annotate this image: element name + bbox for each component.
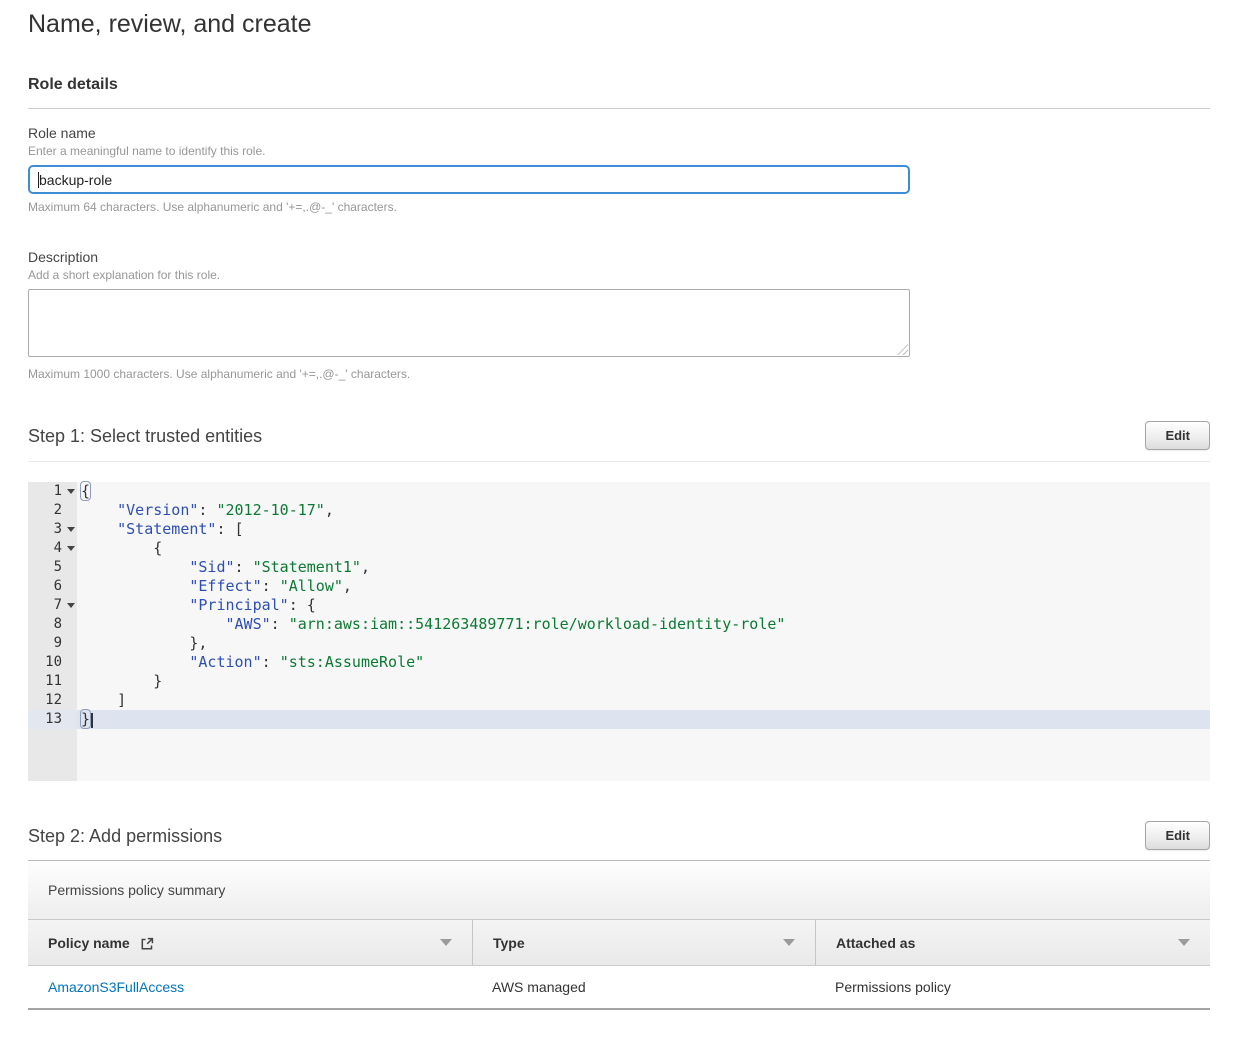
- fold-arrow-icon[interactable]: [67, 546, 75, 551]
- step1-divider: [28, 461, 1210, 462]
- code-line[interactable]: 12 ]: [28, 691, 1210, 710]
- fold-arrow-icon[interactable]: [67, 489, 75, 494]
- step2-heading: Step 2: Add permissions: [28, 821, 222, 847]
- code-line[interactable]: 7 "Principal": {: [28, 596, 1210, 615]
- code-line[interactable]: 13}: [28, 710, 1210, 729]
- column-header-attached-as[interactable]: Attached as: [815, 920, 1210, 965]
- code-text: },: [77, 634, 1210, 653]
- page-title: Name, review, and create: [28, 8, 1210, 39]
- line-number: 9: [28, 634, 77, 653]
- code-line[interactable]: 2 "Version": "2012-10-17",: [28, 501, 1210, 520]
- role-name-field: Role name Enter a meaningful name to ide…: [28, 125, 1210, 214]
- code-text: "Action": "sts:AssumeRole": [77, 653, 1210, 672]
- role-name-value: backup-role: [39, 172, 112, 188]
- attached-as-cell: Permissions policy: [815, 966, 1210, 1008]
- line-number: 7: [28, 596, 77, 615]
- step2-edit-button[interactable]: Edit: [1145, 821, 1210, 850]
- create-role-review-page: Name, review, and create Role details Ro…: [0, 0, 1242, 1037]
- resize-handle[interactable]: [897, 344, 908, 355]
- sort-icon[interactable]: [1178, 939, 1190, 946]
- matched-brace: {: [81, 482, 90, 500]
- description-constraint: Maximum 1000 characters. Use alphanumeri…: [28, 367, 1210, 381]
- code-line[interactable]: 11 }: [28, 672, 1210, 691]
- line-number: 2: [28, 501, 77, 520]
- line-number: 13: [28, 710, 77, 729]
- code-text: "Effect": "Allow",: [77, 577, 1210, 596]
- editor-caret: [91, 713, 93, 728]
- line-number: 10: [28, 653, 77, 672]
- role-name-hint: Enter a meaningful name to identify this…: [28, 144, 1210, 158]
- code-line[interactable]: 10 "Action": "sts:AssumeRole": [28, 653, 1210, 672]
- code-text: "Principal": {: [77, 596, 1210, 615]
- description-label: Description: [28, 249, 1210, 265]
- code-text: }: [77, 672, 1210, 691]
- trust-policy-code-editor[interactable]: 1{2 "Version": "2012-10-17",3 "Statement…: [28, 482, 1210, 781]
- line-number: 5: [28, 558, 77, 577]
- role-name-label: Role name: [28, 125, 1210, 141]
- table-row: AmazonS3FullAccess AWS managed Permissions…: [28, 966, 1210, 1010]
- attached-as: Permissions policy: [835, 979, 951, 995]
- permissions-summary-panel: Permissions policy summary Policy name T…: [28, 860, 1210, 1010]
- role-name-input[interactable]: backup-role: [28, 165, 910, 194]
- code-line[interactable]: 3 "Statement": [: [28, 520, 1210, 539]
- description-field: Description Add a short explanation for …: [28, 249, 1210, 381]
- policy-name-link[interactable]: AmazonS3FullAccess: [48, 979, 184, 995]
- matched-brace: }: [81, 710, 90, 728]
- line-number: 6: [28, 577, 77, 596]
- panel-title: Permissions policy summary: [48, 882, 225, 898]
- code-text: {: [77, 482, 1210, 501]
- code-text: {: [77, 539, 1210, 558]
- line-number: 12: [28, 691, 77, 710]
- code-line[interactable]: 1{: [28, 482, 1210, 501]
- code-text: }: [77, 710, 1210, 729]
- line-number: 1: [28, 482, 77, 501]
- policy-name-cell: AmazonS3FullAccess: [28, 966, 472, 1008]
- line-number: 11: [28, 672, 77, 691]
- description-hint: Add a short explanation for this role.: [28, 268, 1210, 282]
- sort-icon[interactable]: [440, 939, 452, 946]
- code-line[interactable]: 5 "Sid": "Statement1",: [28, 558, 1210, 577]
- column-header-type[interactable]: Type: [472, 920, 815, 965]
- fold-arrow-icon[interactable]: [67, 603, 75, 608]
- step1-heading: Step 1: Select trusted entities: [28, 421, 262, 447]
- panel-header: Permissions policy summary: [28, 861, 1210, 920]
- sort-icon[interactable]: [783, 939, 795, 946]
- code-line[interactable]: 8 "AWS": "arn:aws:iam::541263489771:role…: [28, 615, 1210, 634]
- external-link-icon: [140, 937, 154, 951]
- code-line[interactable]: 9 },: [28, 634, 1210, 653]
- line-number: 4: [28, 539, 77, 558]
- code-text: "AWS": "arn:aws:iam::541263489771:role/w…: [77, 615, 1210, 634]
- role-name-constraint: Maximum 64 characters. Use alphanumeric …: [28, 200, 1210, 214]
- description-textarea[interactable]: [28, 289, 910, 357]
- policy-type: AWS managed: [492, 979, 586, 995]
- table-body: AmazonS3FullAccess AWS managed Permissions…: [28, 966, 1210, 1010]
- code-line[interactable]: 6 "Effect": "Allow",: [28, 577, 1210, 596]
- type-cell: AWS managed: [472, 966, 815, 1008]
- code-text: "Statement": [: [77, 520, 1210, 539]
- step1-edit-button[interactable]: Edit: [1145, 421, 1210, 450]
- section-divider: [28, 108, 1210, 109]
- role-details-heading: Role details: [28, 76, 1210, 94]
- code-text: "Sid": "Statement1",: [77, 558, 1210, 577]
- column-header-policy-name[interactable]: Policy name: [28, 920, 472, 965]
- table-header-row: Policy name Type Attached as: [28, 920, 1210, 966]
- code-line[interactable]: 4 {: [28, 539, 1210, 558]
- line-number: 3: [28, 520, 77, 539]
- code-text: "Version": "2012-10-17",: [77, 501, 1210, 520]
- line-number: 8: [28, 615, 77, 634]
- fold-arrow-icon[interactable]: [67, 527, 75, 532]
- code-text: ]: [77, 691, 1210, 710]
